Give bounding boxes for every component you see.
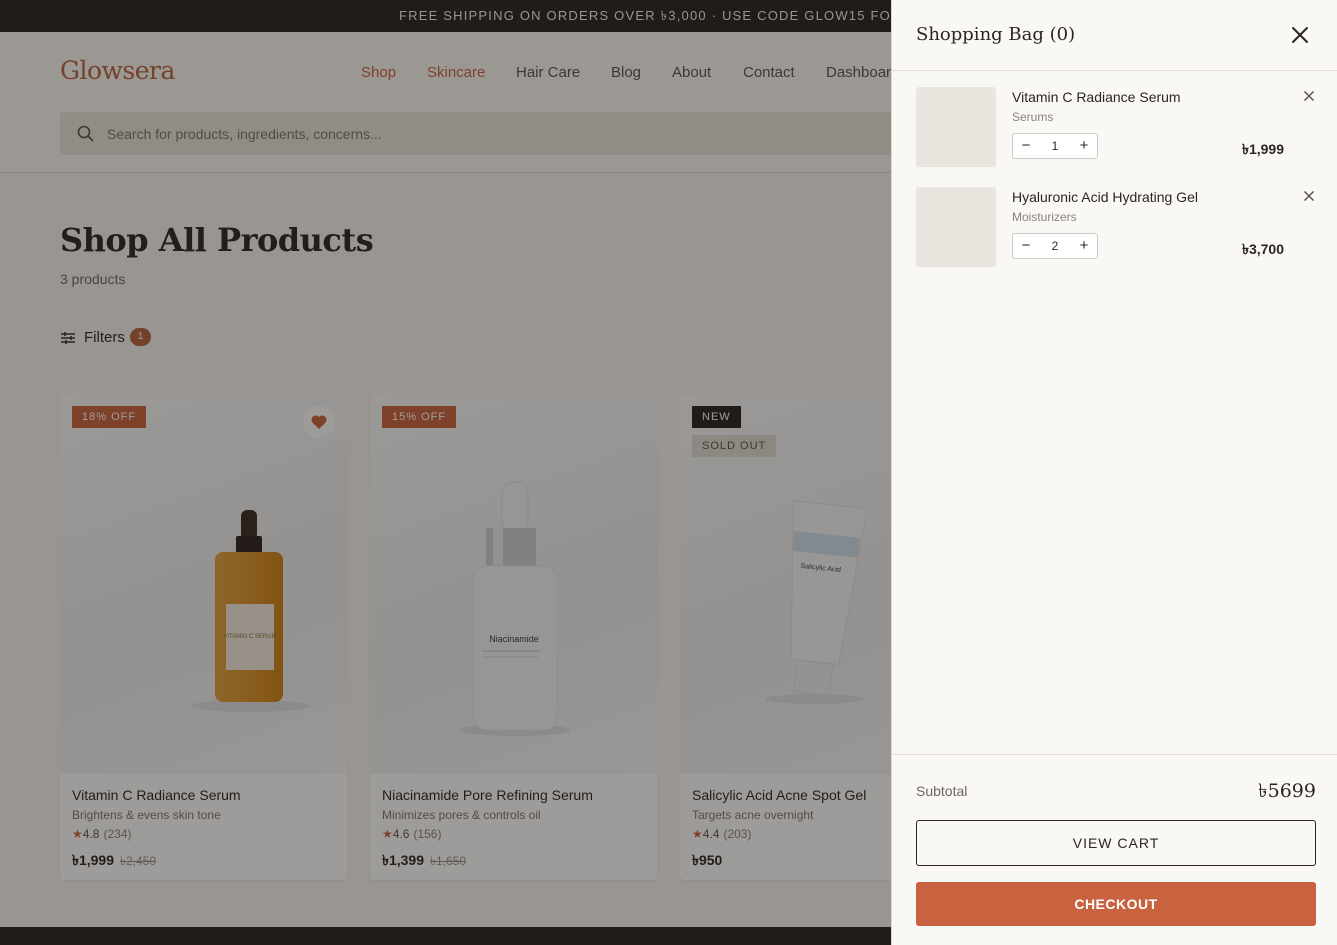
drawer-header: Shopping Bag (0) [892,0,1337,71]
cart-item-thumbnail[interactable] [916,87,996,167]
drawer-title: Shopping Bag (0) [916,24,1076,45]
cart-item-category: Moisturizers [1012,210,1077,224]
quantity-stepper: − 1 + [1012,133,1098,159]
cart-item-thumbnail[interactable] [916,187,996,267]
cart-item-price: ৳3,700 [1241,241,1284,257]
cart-item-name[interactable]: Hyaluronic Acid Hydrating Gel [1012,189,1198,205]
checkout-button[interactable]: CHECKOUT [916,882,1316,926]
quantity-value[interactable]: 2 [1039,234,1071,258]
decrease-quantity-button[interactable]: − [1013,234,1039,258]
increase-quantity-button[interactable]: + [1071,234,1097,258]
remove-item-icon[interactable] [1302,89,1316,103]
cart-item: Vitamin C Radiance Serum Serums − 1 + ৳1… [916,87,1316,167]
cart-item-category: Serums [1012,110,1054,124]
subtotal-label: Subtotal [916,783,968,799]
quantity-value[interactable]: 1 [1039,134,1071,158]
drawer-footer: Subtotal ৳5699 VIEW CART CHECKOUT [892,754,1337,945]
shopping-bag-drawer: Shopping Bag (0) Vitamin C Radiance Seru… [891,0,1337,945]
view-cart-button[interactable]: VIEW CART [916,820,1316,866]
cart-item-name[interactable]: Vitamin C Radiance Serum [1012,89,1181,105]
increase-quantity-button[interactable]: + [1071,134,1097,158]
cart-item-price: ৳1,999 [1241,141,1284,157]
close-icon[interactable] [1289,24,1311,46]
decrease-quantity-button[interactable]: − [1013,134,1039,158]
remove-item-icon[interactable] [1302,189,1316,203]
quantity-stepper: − 2 + [1012,233,1098,259]
subtotal-value: ৳5699 [1258,780,1316,802]
cart-item: Hyaluronic Acid Hydrating Gel Moisturize… [916,187,1316,267]
